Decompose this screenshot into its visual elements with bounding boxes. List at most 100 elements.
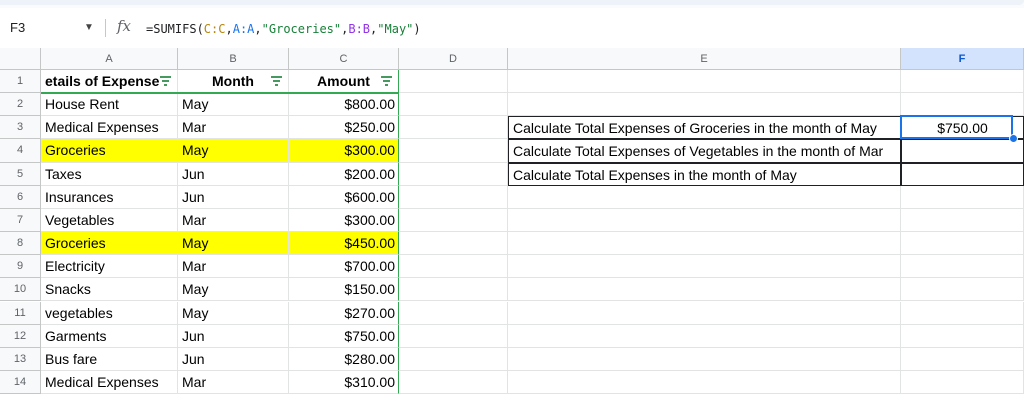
row-header-10[interactable]: 10	[0, 278, 41, 302]
cell[interactable]	[508, 324, 901, 348]
details-cell[interactable]: Bus fare	[41, 347, 178, 371]
cell[interactable]	[399, 139, 508, 163]
month-cell[interactable]: Jun	[178, 162, 289, 186]
column-header-c[interactable]: C	[289, 48, 399, 70]
details-cell[interactable]: Medical Expenses	[41, 370, 178, 395]
row-header-11[interactable]: 11	[0, 301, 41, 325]
name-box-dropdown-icon[interactable]: ▼	[84, 22, 94, 33]
month-cell[interactable]: May	[178, 139, 289, 163]
header-month[interactable]: Month	[178, 70, 289, 94]
cell[interactable]	[901, 185, 1024, 209]
name-box[interactable]: F3	[10, 20, 25, 35]
amount-cell[interactable]: $200.00	[289, 162, 399, 186]
cell[interactable]	[508, 232, 901, 256]
cell[interactable]	[901, 301, 1024, 325]
question-cell[interactable]: Calculate Total Expenses of Vegetables i…	[508, 139, 901, 163]
amount-cell[interactable]: $270.00	[289, 301, 399, 325]
details-cell[interactable]: Electricity	[41, 255, 178, 279]
filter-icon[interactable]	[380, 75, 393, 87]
cell[interactable]	[399, 93, 508, 117]
answer-cell[interactable]	[901, 162, 1024, 186]
amount-cell[interactable]: $450.00	[289, 232, 399, 256]
amount-cell[interactable]: $250.00	[289, 116, 399, 140]
row-header-12[interactable]: 12	[0, 324, 41, 348]
filter-icon[interactable]	[159, 75, 172, 87]
cell[interactable]	[399, 255, 508, 279]
month-cell[interactable]: Mar	[178, 370, 289, 395]
cell[interactable]	[399, 324, 508, 348]
cell[interactable]	[901, 93, 1024, 117]
details-cell[interactable]: Insurances	[41, 185, 178, 209]
cell[interactable]	[508, 370, 901, 395]
month-cell[interactable]: Jun	[178, 324, 289, 348]
cell[interactable]	[508, 347, 901, 371]
column-header-a[interactable]: A	[41, 48, 178, 70]
cell[interactable]	[901, 255, 1024, 279]
cell[interactable]	[399, 70, 508, 94]
cell[interactable]	[399, 347, 508, 371]
row-header-2[interactable]: 2	[0, 93, 41, 117]
amount-cell[interactable]: $150.00	[289, 278, 399, 302]
cell[interactable]	[508, 185, 901, 209]
column-header-d[interactable]: D	[399, 48, 508, 70]
amount-cell[interactable]: $700.00	[289, 255, 399, 279]
cell[interactable]	[399, 278, 508, 302]
cell[interactable]	[399, 301, 508, 325]
question-cell[interactable]: Calculate Total Expenses in the month of…	[508, 162, 901, 186]
amount-cell[interactable]: $310.00	[289, 370, 399, 395]
cell[interactable]	[399, 208, 508, 233]
month-cell[interactable]: May	[178, 278, 289, 302]
details-cell[interactable]: Garments	[41, 324, 178, 348]
cell[interactable]	[508, 70, 901, 94]
row-header-1[interactable]: 1	[0, 70, 41, 94]
cell[interactable]	[508, 208, 901, 233]
cell[interactable]	[399, 116, 508, 140]
answer-cell[interactable]	[901, 139, 1024, 163]
question-cell[interactable]: Calculate Total Expenses of Groceries in…	[508, 116, 901, 140]
cell[interactable]	[901, 208, 1024, 233]
row-header-7[interactable]: 7	[0, 208, 41, 233]
cell[interactable]	[508, 278, 901, 302]
column-header-e[interactable]: E	[508, 48, 901, 70]
row-header-3[interactable]: 3	[0, 116, 41, 140]
details-cell[interactable]: Taxes	[41, 162, 178, 186]
column-header-f[interactable]: F	[901, 48, 1024, 70]
cell[interactable]	[901, 347, 1024, 371]
amount-cell[interactable]: $800.00	[289, 93, 399, 117]
header-details[interactable]: etails of Expense	[41, 70, 178, 94]
month-cell[interactable]: Mar	[178, 116, 289, 140]
amount-cell[interactable]: $280.00	[289, 347, 399, 371]
month-cell[interactable]: Mar	[178, 255, 289, 279]
row-header-14[interactable]: 14	[0, 370, 41, 395]
header-amount[interactable]: Amount	[289, 70, 399, 94]
details-cell[interactable]: Groceries	[41, 139, 178, 163]
column-header-b[interactable]: B	[178, 48, 289, 70]
details-cell[interactable]: House Rent	[41, 93, 178, 117]
row-header-6[interactable]: 6	[0, 185, 41, 209]
row-header-4[interactable]: 4	[0, 139, 41, 163]
cell[interactable]	[399, 185, 508, 209]
cell[interactable]	[901, 70, 1024, 94]
details-cell[interactable]: Snacks	[41, 278, 178, 302]
cell[interactable]	[508, 93, 901, 117]
details-cell[interactable]: vegetables	[41, 301, 178, 325]
amount-cell[interactable]: $300.00	[289, 208, 399, 233]
formula-input[interactable]: =SUMIFS(C:C,A:A,"Groceries",B:B,"May")	[146, 22, 421, 36]
cell[interactable]	[399, 232, 508, 256]
details-cell[interactable]: Groceries	[41, 232, 178, 256]
month-cell[interactable]: May	[178, 301, 289, 325]
month-cell[interactable]: Jun	[178, 185, 289, 209]
select-all-corner[interactable]	[0, 48, 41, 70]
filter-icon[interactable]	[270, 75, 283, 87]
cell[interactable]	[901, 370, 1024, 395]
cell[interactable]	[901, 232, 1024, 256]
cell[interactable]	[399, 370, 508, 395]
month-cell[interactable]: May	[178, 232, 289, 256]
row-header-5[interactable]: 5	[0, 162, 41, 186]
cell[interactable]	[901, 324, 1024, 348]
details-cell[interactable]: Vegetables	[41, 208, 178, 233]
cell[interactable]	[399, 162, 508, 186]
cell[interactable]	[508, 255, 901, 279]
month-cell[interactable]: Mar	[178, 208, 289, 233]
cell[interactable]	[508, 301, 901, 325]
